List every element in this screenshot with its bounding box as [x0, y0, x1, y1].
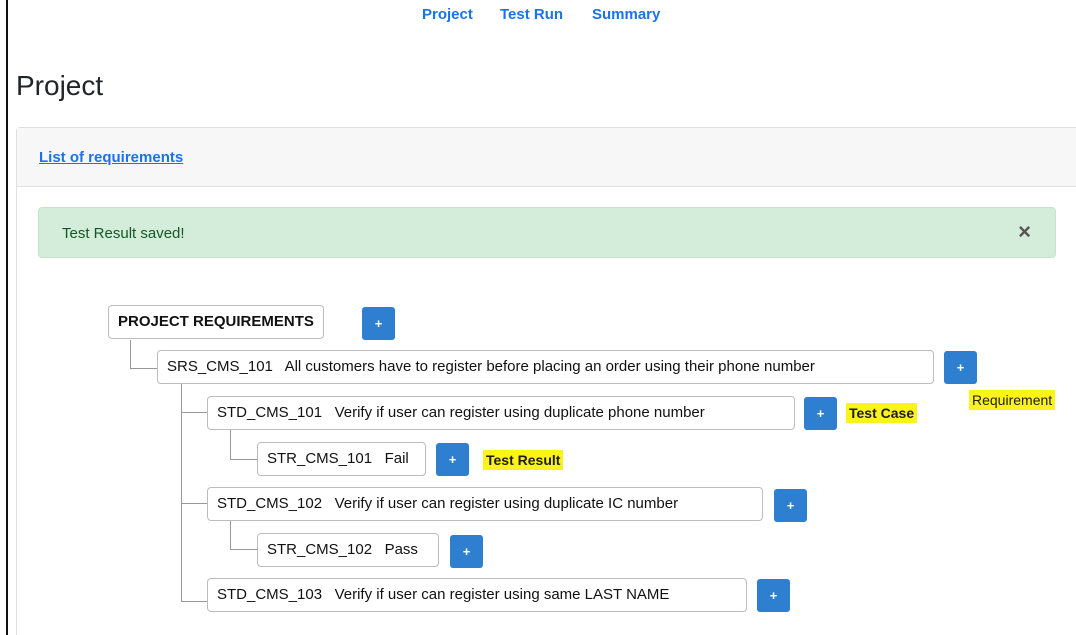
- add-requirement-button[interactable]: +: [362, 307, 395, 340]
- nav-link-summary[interactable]: Summary: [592, 6, 660, 23]
- requirement-id: SRS_CMS_101: [167, 358, 273, 375]
- test-case-id: STD_CMS_102: [217, 495, 323, 512]
- tree-connector: [230, 429, 231, 460]
- success-alert: Test Result saved! ×: [38, 207, 1056, 258]
- test-case-node[interactable]: STD_CMS_102 Verify if user can register …: [207, 487, 763, 521]
- window-border: [6, 0, 8, 635]
- list-of-requirements-link[interactable]: List of requirements: [39, 149, 183, 166]
- test-result-annotation: Test Result: [483, 450, 564, 470]
- test-case-node[interactable]: STD_CMS_101 Verify if user can register …: [207, 396, 795, 430]
- tree-connector: [230, 459, 257, 460]
- test-case-annotation: Test Case: [846, 403, 918, 423]
- test-result-id: STR_CMS_102: [267, 541, 373, 558]
- test-case-text: Verify if user can register using duplic…: [334, 495, 679, 512]
- requirement-text: All customers have to register before pl…: [284, 358, 815, 375]
- test-result-status: Fail: [384, 450, 409, 467]
- close-icon[interactable]: ×: [1018, 221, 1031, 243]
- test-result-status: Pass: [384, 541, 418, 558]
- top-navigation: Project Test Run Summary: [0, 6, 1076, 28]
- tree-connector: [130, 368, 158, 369]
- tree-connector: [181, 384, 182, 602]
- test-case-text: Verify if user can register using same L…: [334, 586, 670, 603]
- alert-message: Test Result saved!: [62, 225, 185, 242]
- page-title: Project: [16, 70, 104, 101]
- test-case-node[interactable]: STD_CMS_103 Verify if user can register …: [207, 578, 747, 612]
- add-test-result-button[interactable]: +: [804, 397, 837, 430]
- test-case-id: STD_CMS_103: [217, 586, 323, 603]
- add-test-case-button[interactable]: +: [944, 351, 977, 384]
- add-button[interactable]: +: [450, 535, 483, 568]
- test-case-id: STD_CMS_101: [217, 404, 323, 421]
- nav-link-test-run[interactable]: Test Run: [500, 6, 563, 23]
- requirement-annotation: Requirement: [969, 390, 1056, 410]
- tree-connector: [181, 412, 207, 413]
- tree-root-node[interactable]: PROJECT REQUIREMENTS: [108, 305, 324, 339]
- add-test-result-button[interactable]: +: [774, 489, 807, 522]
- tree-connector: [230, 549, 257, 550]
- nav-link-project[interactable]: Project: [422, 6, 473, 23]
- card-header: List of requirements: [17, 128, 1076, 187]
- requirement-node[interactable]: SRS_CMS_101 All customers have to regist…: [157, 350, 934, 384]
- tree-connector: [130, 340, 131, 369]
- test-result-node[interactable]: STR_CMS_102 Pass: [257, 533, 439, 567]
- tree-connector: [181, 601, 207, 602]
- test-result-node[interactable]: STR_CMS_101 Fail: [257, 442, 426, 476]
- test-case-text: Verify if user can register using duplic…: [334, 404, 705, 421]
- add-test-result-button[interactable]: +: [757, 579, 790, 612]
- test-result-id: STR_CMS_101: [267, 450, 373, 467]
- add-button[interactable]: +: [436, 443, 469, 476]
- tree-connector: [230, 520, 231, 550]
- tree-connector: [181, 503, 207, 504]
